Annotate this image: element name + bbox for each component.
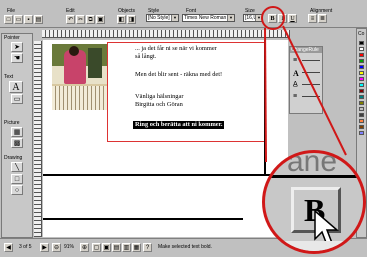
slider-1[interactable] (302, 60, 320, 61)
chevron-down-icon: ▼ (227, 15, 234, 21)
print-icon[interactable]: ▤ (34, 15, 43, 24)
save-icon[interactable]: ▪ (24, 15, 33, 24)
font-value: Times New Roman (184, 15, 227, 21)
hand-icon[interactable]: ☚ (11, 53, 23, 63)
size-dropdown[interactable]: [16,Up ▼ (243, 14, 263, 22)
color-swatch[interactable] (359, 41, 364, 45)
view-2-icon[interactable]: ▣ (102, 243, 111, 252)
view-3-icon[interactable]: ▤ (112, 243, 121, 252)
letter-line-5: Birgitta och Göran (135, 101, 183, 108)
rectangle-tool-icon[interactable]: □ (11, 174, 23, 184)
color-swatch[interactable] (359, 101, 364, 105)
color-swatch[interactable] (359, 119, 364, 123)
page-border-bottom (43, 218, 243, 220)
vertical-ruler (34, 41, 42, 237)
letter-line-4: Vänliga hälsningar (135, 93, 184, 100)
zoom-out-icon[interactable]: ⊖ (52, 243, 61, 252)
page-indicator: 3 of 5 (19, 244, 32, 250)
help-icon[interactable]: ? (143, 243, 152, 252)
ellipse-tool-icon[interactable]: ○ (11, 185, 23, 195)
bring-front-icon[interactable]: ◧ (117, 15, 126, 24)
page-border-vertical (264, 40, 266, 176)
text-frame-icon[interactable]: ▭ (11, 94, 23, 104)
color-swatch[interactable] (359, 53, 364, 57)
color-swatch[interactable] (359, 95, 364, 99)
paste-icon[interactable]: ▣ (96, 15, 105, 24)
view-5-icon[interactable]: ▦ (132, 243, 141, 252)
color-swatch[interactable] (359, 47, 364, 51)
color-swatch[interactable] (359, 131, 364, 135)
color-swatch[interactable] (359, 59, 364, 63)
panel-row-4-icon[interactable]: ≡ (293, 93, 297, 100)
send-back-icon[interactable]: ◨ (127, 15, 136, 24)
zoom-magnifier: ane B (262, 150, 366, 254)
tool-palette: Pointer ➤ ☚ Text A ▭ Picture ▦ ▩ Drawing… (1, 33, 33, 238)
undo-icon[interactable]: ↶ (66, 15, 75, 24)
chevron-down-icon: ▼ (171, 15, 178, 21)
selected-text: Ring och berätta att ni kommer. (133, 121, 225, 129)
color-swatch[interactable] (359, 89, 364, 93)
pointer-icon[interactable]: ➤ (11, 42, 23, 52)
change-rule-panel: ChangeRule ≡ A A̲ ≡ (289, 46, 323, 114)
new-icon[interactable]: □ (4, 15, 13, 24)
line-tool-icon[interactable]: ╲ (11, 162, 23, 172)
picture-frame-icon[interactable]: ▩ (11, 138, 23, 148)
zoom-level: 91% (64, 244, 75, 250)
toolbar: File □ ▭ ▪ ▤ Edit ↶ ✂ ⧉ ▣ Objects ◧ ◨ St… (0, 0, 367, 28)
view-1-icon[interactable]: ▢ (92, 243, 101, 252)
style-value: [No Style] (148, 15, 170, 21)
open-icon[interactable]: ▭ (14, 15, 23, 24)
group-objects-label: Objects (118, 8, 135, 14)
align-left-icon[interactable]: ≡ (308, 14, 317, 23)
style-dropdown[interactable]: [No Style] ▼ (146, 14, 179, 22)
drawing-label: Drawing (4, 155, 23, 161)
copy-icon[interactable]: ⧉ (86, 15, 95, 24)
text-frame[interactable]: ... ja det får ni se när vi kommer så lå… (107, 42, 265, 142)
text-label: Text (4, 74, 14, 80)
color-swatch[interactable] (359, 125, 364, 129)
magnified-rule (265, 175, 363, 178)
page-border-horizontal (43, 174, 288, 176)
horizontal-ruler (42, 30, 290, 38)
panel-row-3-icon[interactable]: A̲ (293, 81, 298, 88)
color-swatch[interactable] (359, 71, 364, 75)
align-center-icon[interactable]: ≣ (318, 14, 327, 23)
panel-row-2-icon[interactable]: A (293, 69, 299, 78)
color-swatch[interactable] (359, 113, 364, 117)
panel-row-1-icon[interactable]: ≡ (293, 57, 297, 64)
view-4-icon[interactable]: ▥ (122, 243, 131, 252)
change-rule-titlebar: ChangeRule (290, 47, 322, 53)
picture-tool-icon[interactable]: ▦ (11, 127, 23, 137)
prev-page-icon[interactable]: ◀ (4, 243, 13, 252)
color-swatch[interactable] (359, 77, 364, 81)
change-rule-title: ChangeRule (291, 47, 319, 53)
pointer-label: Pointer (4, 35, 20, 41)
color-swatch[interactable] (359, 83, 364, 87)
document-canvas[interactable]: ... ja det får ni se när vi kommer så lå… (43, 40, 288, 237)
letter-line-1: ... ja det får ni se när vi kommer (135, 45, 217, 52)
text-tool-icon[interactable]: A (9, 81, 23, 93)
cut-icon[interactable]: ✂ (76, 15, 85, 24)
photo-image (52, 44, 107, 110)
slider-4[interactable] (302, 96, 320, 97)
letter-line-3: Men det blir sent - räkna med det! (135, 71, 223, 78)
slider-3[interactable] (302, 84, 320, 85)
zoom-in-icon[interactable]: ⊕ (80, 243, 89, 252)
picture-label: Picture (4, 120, 20, 126)
small-zoom-ring (261, 6, 285, 30)
next-page-icon[interactable]: ▶ (40, 243, 49, 252)
color-swatch[interactable] (359, 65, 364, 69)
group-file-label: File (7, 8, 16, 14)
color-panel-label: Co (358, 31, 365, 37)
slider-2[interactable] (302, 72, 320, 73)
letter-line-2: så långt. (135, 53, 157, 60)
underline-button[interactable]: U (288, 14, 297, 23)
font-dropdown[interactable]: Times New Roman ▼ (182, 14, 235, 22)
group-edit-label: Edit (66, 8, 75, 14)
status-message: Make selected text bold. (158, 244, 212, 250)
color-swatch[interactable] (359, 107, 364, 111)
